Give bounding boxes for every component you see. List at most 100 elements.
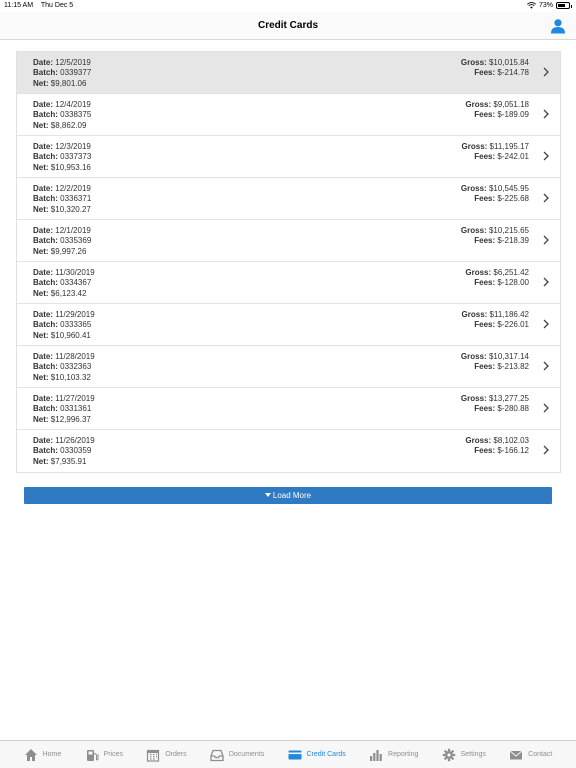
gross-amount: $10,015.84: [488, 58, 529, 67]
tab-label: Documents: [228, 751, 265, 758]
page-title: Credit Cards: [257, 20, 318, 31]
net-label: Net:: [33, 246, 49, 256]
batch-date: 12/3/2019: [55, 142, 91, 151]
batch-row[interactable]: Date: 11/28/2019 Batch: 0332363 Net: $10…: [17, 346, 560, 388]
batch-number: 0332363: [60, 362, 92, 372]
gross-amount: $11,195.17: [489, 142, 529, 151]
tab-credit-cards[interactable]: Credit Cards: [288, 748, 346, 762]
bar-chart-icon: [370, 749, 382, 761]
net-label: Net:: [33, 330, 49, 340]
tab-prices[interactable]: Prices: [85, 748, 123, 762]
batch-left-column: Date: 11/30/2019 Batch: 0334367 Net: $6,…: [33, 268, 95, 299]
chevron-right-icon: [543, 67, 549, 77]
status-right: 73%: [527, 2, 572, 9]
fees-label: Fees:: [474, 362, 496, 372]
load-more-button[interactable]: Load More: [24, 487, 552, 504]
date-label: Date:: [33, 100, 54, 109]
gross-label: Gross:: [460, 394, 487, 403]
fees-amount: $-225.68: [497, 194, 529, 204]
batch-row[interactable]: Date: 12/1/2019 Batch: 0335369 Net: $9,9…: [17, 220, 560, 262]
batch-number: 0335369: [60, 236, 92, 246]
net-line: Net: $9,997.26: [33, 247, 91, 257]
wifi-icon: [527, 2, 536, 9]
fees-label: Fees:: [474, 152, 496, 162]
batch-right-column: Gross: $11,195.17 Fees: $-242.01: [462, 142, 529, 163]
tab-home[interactable]: Home: [24, 748, 61, 762]
tab-orders[interactable]: Orders: [146, 748, 187, 762]
batch-left-column: Date: 11/26/2019 Batch: 0330359 Net: $7,…: [33, 436, 95, 467]
batch-row[interactable]: Date: 11/29/2019 Batch: 0333365 Net: $10…: [17, 304, 560, 346]
batch-right-column: Gross: $8,102.03 Fees: $-166.12: [465, 436, 529, 457]
gross-label: Gross:: [465, 268, 492, 277]
gross-line: Gross: $10,317.14: [461, 352, 529, 362]
batch-list: Date: 12/5/2019 Batch: 0339377 Net: $9,8…: [16, 51, 561, 473]
batch-date: 12/5/2019: [55, 58, 91, 67]
fees-line: Fees: $-280.88: [461, 404, 529, 414]
batch-label: Batch:: [33, 152, 58, 162]
net-line: Net: $9,801.06: [33, 79, 91, 89]
batch-row[interactable]: Date: 12/5/2019 Batch: 0339377 Net: $9,8…: [17, 52, 560, 94]
tab-label: Settings: [460, 751, 486, 758]
fees-line: Fees: $-226.01: [462, 320, 529, 330]
batch-row[interactable]: Date: 11/26/2019 Batch: 0330359 Net: $7,…: [17, 430, 560, 472]
gross-amount: $8,102.03: [493, 436, 529, 445]
batch-date: 12/1/2019: [55, 226, 91, 235]
net-line: Net: $10,103.32: [33, 373, 95, 383]
batch-row[interactable]: Date: 12/4/2019 Batch: 0338375 Net: $8,8…: [17, 94, 560, 136]
date-label: Date:: [33, 310, 54, 319]
net-line: Net: $10,960.41: [33, 331, 95, 341]
date-line: Date: 12/3/2019: [33, 142, 91, 152]
net-line: Net: $6,123.42: [33, 289, 95, 299]
fees-line: Fees: $-214.78: [461, 68, 529, 78]
tab-reporting[interactable]: Reporting: [369, 748, 418, 762]
load-more-label: Load More: [272, 491, 312, 500]
fees-label: Fees:: [474, 278, 496, 288]
batch-left-column: Date: 12/4/2019 Batch: 0338375 Net: $8,8…: [33, 100, 91, 131]
batch-line: Batch: 0337373: [33, 152, 91, 162]
date-label: Date:: [33, 352, 54, 361]
batch-line: Batch: 0335369: [33, 236, 91, 246]
batch-row[interactable]: Date: 12/3/2019 Batch: 0337373 Net: $10,…: [17, 136, 560, 178]
batch-row[interactable]: Date: 11/30/2019 Batch: 0334367 Net: $6,…: [17, 262, 560, 304]
batch-row[interactable]: Date: 12/2/2019 Batch: 0336371 Net: $10,…: [17, 178, 560, 220]
net-label: Net:: [33, 78, 49, 88]
caret-down-icon: [264, 493, 271, 497]
net-amount: $12,996.37: [50, 414, 91, 424]
batch-line: Batch: 0333365: [33, 320, 95, 330]
tab-documents[interactable]: Documents: [210, 748, 264, 762]
fees-label: Fees:: [474, 320, 496, 330]
fees-label: Fees:: [474, 236, 496, 246]
tab-settings[interactable]: Settings: [442, 748, 486, 762]
date-line: Date: 11/29/2019: [33, 310, 95, 320]
battery-icon: [556, 2, 572, 9]
batch-left-column: Date: 11/27/2019 Batch: 0331361 Net: $12…: [33, 394, 95, 425]
fees-label: Fees:: [474, 110, 496, 120]
user-icon[interactable]: [550, 18, 566, 34]
fees-amount: $-218.39: [497, 236, 529, 246]
batch-date: 11/29/2019: [55, 310, 95, 319]
batch-date: 11/28/2019: [55, 352, 95, 361]
net-amount: $10,953.16: [50, 162, 91, 172]
fees-amount: $-166.12: [497, 446, 529, 456]
net-label: Net:: [33, 288, 49, 298]
batch-number: 0330359: [60, 446, 92, 456]
status-bar: 11:15 AM Thu Dec 5 73%: [0, 0, 576, 12]
batch-label: Batch:: [33, 320, 58, 330]
date-line: Date: 12/2/2019: [33, 184, 91, 194]
tab-contact[interactable]: Contact: [509, 748, 552, 762]
status-time: 11:15 AM: [4, 2, 34, 9]
batch-date: 11/27/2019: [55, 394, 95, 403]
batch-row[interactable]: Date: 11/27/2019 Batch: 0331361 Net: $12…: [17, 388, 560, 430]
date-label: Date:: [33, 184, 54, 193]
net-amount: $10,960.41: [50, 330, 91, 340]
batch-right-column: Gross: $10,317.14 Fees: $-213.82: [461, 352, 529, 373]
gross-label: Gross:: [460, 184, 487, 193]
batch-right-column: Gross: $10,215.65 Fees: $-218.39: [461, 226, 529, 247]
date-label: Date:: [33, 226, 54, 235]
fees-amount: $-189.09: [497, 110, 529, 120]
gross-line: Gross: $11,195.17: [462, 142, 529, 152]
batch-number: 0337373: [60, 152, 92, 162]
date-line: Date: 11/28/2019: [33, 352, 95, 362]
batch-line: Batch: 0331361: [33, 404, 95, 414]
tab-bar: Home Prices Orders Documents Credit Cards Rep…: [0, 740, 576, 768]
